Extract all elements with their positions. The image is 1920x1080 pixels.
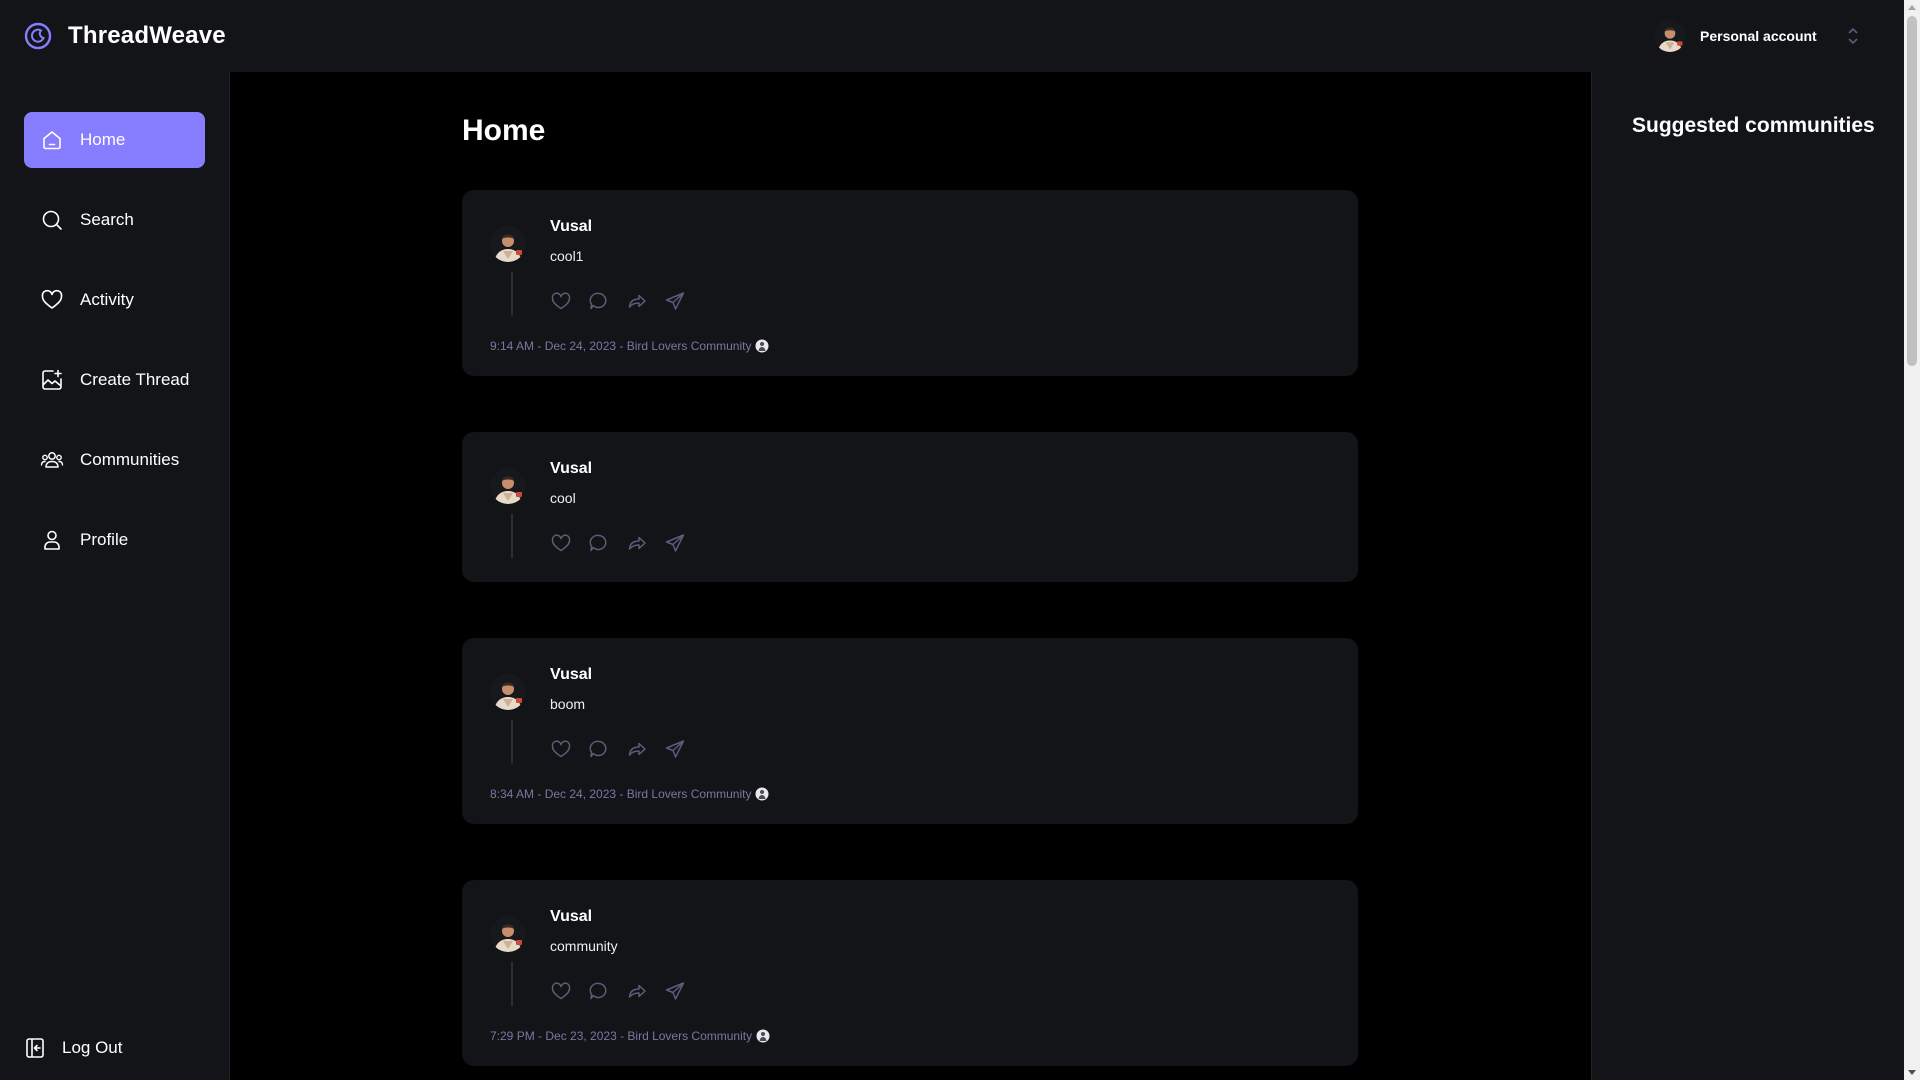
account-switcher[interactable]: Personal account	[1654, 20, 1817, 52]
left-sidebar: Home Search Activity Create Thread Commu…	[0, 72, 230, 1080]
thread-timestamp-community: 7:29 PM - Dec 23, 2023 - Bird Lovers Com…	[490, 1029, 753, 1043]
thread-line	[511, 962, 513, 1006]
sidebar-item-label: Profile	[80, 530, 129, 549]
reply-icon[interactable]	[588, 738, 610, 760]
repost-icon[interactable]	[626, 980, 648, 1002]
heart-icon	[41, 289, 63, 309]
sidebar-item-label: Communities	[80, 450, 180, 469]
sidebar-item-label: Search	[80, 210, 134, 229]
logo-icon	[24, 22, 52, 50]
repost-icon[interactable]	[626, 290, 648, 312]
thread-content: boom	[550, 696, 586, 712]
avatar[interactable]	[490, 674, 526, 710]
heart-icon[interactable]	[550, 290, 572, 312]
create-thread-icon	[42, 369, 62, 390]
avatar[interactable]	[490, 468, 526, 504]
user-icon	[44, 530, 60, 550]
communities-icon	[40, 452, 64, 468]
thread-actions	[550, 290, 686, 312]
brand-link[interactable]: ThreadWeave	[24, 22, 226, 50]
community-icon	[755, 339, 769, 353]
sidebar-item-communities[interactable]: Communities	[24, 432, 205, 488]
page-scrollbar[interactable]	[1904, 0, 1920, 1080]
top-bar: ThreadWeave Personal account	[0, 0, 1904, 72]
right-sidebar: Suggested communities	[1591, 72, 1904, 1080]
thread-actions	[550, 980, 686, 1002]
sidebar-item-activity[interactable]: Activity	[24, 272, 205, 328]
reply-icon[interactable]	[588, 290, 610, 312]
sidebar-item-create-thread[interactable]: Create Thread	[24, 352, 205, 408]
sidebar-item-label: Home	[80, 130, 126, 149]
reply-icon[interactable]	[588, 532, 610, 554]
avatar[interactable]	[490, 916, 526, 952]
scroll-thumb[interactable]	[1907, 16, 1917, 366]
thread-meta[interactable]: 9:14 AM - Dec 24, 2023 - Bird Lovers Com…	[490, 339, 769, 353]
thread-line	[511, 720, 513, 764]
heart-icon[interactable]	[550, 980, 572, 1002]
sidebar-item-search[interactable]: Search	[24, 192, 205, 248]
sidebar-item-label: Activity	[80, 290, 134, 309]
page-title: Home	[462, 114, 546, 147]
thread-card[interactable]: Vusal community 7:29 PM - Dec 23, 2023 - B…	[462, 880, 1358, 1066]
thread-meta[interactable]: 7:29 PM - Dec 23, 2023 - Bird Lovers Com…	[490, 1029, 770, 1043]
logout-icon	[26, 1038, 44, 1058]
sidebar-item-label: Create Thread	[80, 370, 190, 389]
account-label: Personal account	[1700, 28, 1817, 44]
community-icon	[756, 1029, 770, 1043]
thread-actions	[550, 532, 686, 554]
author-name[interactable]: Vusal	[550, 666, 592, 684]
thread-actions	[550, 738, 686, 760]
author-name[interactable]: Vusal	[550, 218, 592, 236]
thread-content: cool	[550, 490, 576, 506]
repost-icon[interactable]	[626, 532, 648, 554]
avatar[interactable]	[490, 226, 526, 262]
heart-icon[interactable]	[550, 532, 572, 554]
thread-card[interactable]: Vusal cool	[462, 432, 1358, 582]
reply-icon[interactable]	[588, 980, 610, 1002]
home-icon	[43, 131, 61, 150]
thread-line	[511, 272, 513, 316]
suggested-communities-heading: Suggested communities	[1632, 114, 1875, 137]
sidebar-item-home[interactable]: Home	[24, 112, 205, 168]
author-name[interactable]: Vusal	[550, 908, 592, 926]
author-name[interactable]: Vusal	[550, 460, 592, 478]
thread-card[interactable]: Vusal cool1 9:14 AM - Dec 24, 2023 - Bird …	[462, 190, 1358, 376]
scroll-down-arrow[interactable]	[1908, 1070, 1916, 1075]
thread-meta[interactable]: 8:34 AM - Dec 24, 2023 - Bird Lovers Com…	[490, 787, 769, 801]
thread-line	[511, 514, 513, 558]
chevron-up-down-icon[interactable]	[1846, 26, 1860, 46]
thread-timestamp-community: 8:34 AM - Dec 24, 2023 - Bird Lovers Com…	[490, 787, 752, 801]
app-name: ThreadWeave	[68, 22, 226, 49]
share-icon[interactable]	[664, 290, 686, 312]
share-icon[interactable]	[664, 738, 686, 760]
logout-label: Log Out	[62, 1038, 123, 1057]
repost-icon[interactable]	[626, 738, 648, 760]
scroll-up-arrow[interactable]	[1908, 5, 1916, 10]
community-icon	[755, 787, 769, 801]
thread-timestamp-community: 9:14 AM - Dec 24, 2023 - Bird Lovers Com…	[490, 339, 752, 353]
share-icon[interactable]	[664, 980, 686, 1002]
share-icon[interactable]	[664, 532, 686, 554]
logout-button[interactable]: Log Out	[24, 1036, 123, 1060]
thread-card[interactable]: Vusal boom 8:34 AM - Dec 24, 2023 - Bird L…	[462, 638, 1358, 824]
search-icon	[42, 210, 62, 230]
thread-content: cool1	[550, 248, 584, 264]
thread-content: community	[550, 938, 618, 954]
heart-icon[interactable]	[550, 738, 572, 760]
avatar	[1654, 20, 1686, 52]
sidebar-item-profile[interactable]: Profile	[24, 512, 205, 568]
